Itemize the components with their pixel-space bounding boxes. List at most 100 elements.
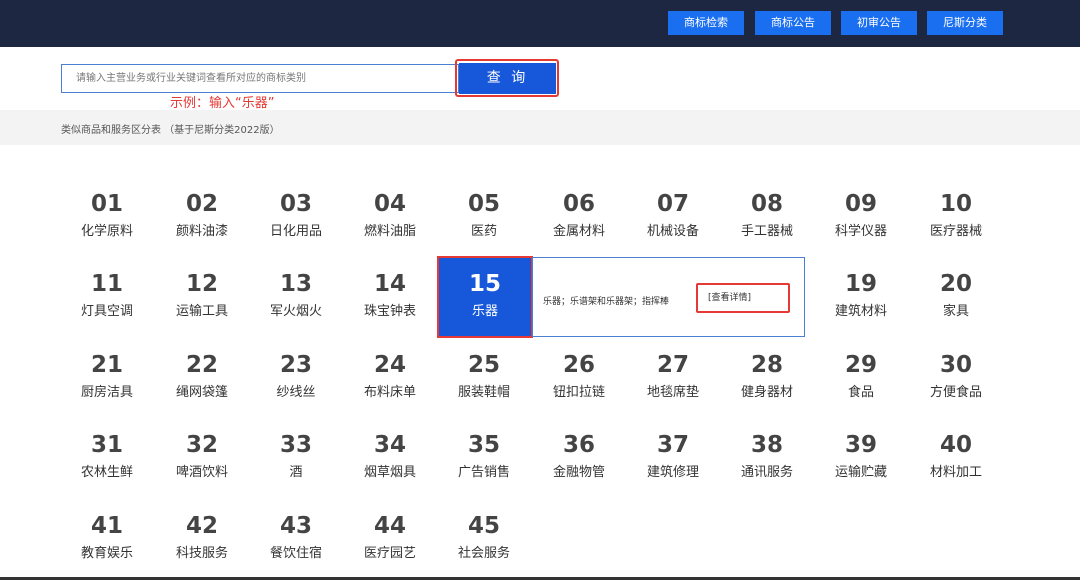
- class-item-32[interactable]: 32 啤酒饮料: [155, 419, 249, 499]
- class-name: 广告销售: [457, 465, 510, 480]
- class-item-14[interactable]: 14 珠宝钟表: [343, 258, 437, 338]
- class-number: 08: [750, 191, 783, 217]
- class-name: 机械设备: [646, 224, 699, 239]
- class-item-13[interactable]: 13 军火烟火: [249, 258, 343, 338]
- page-subtitle: 类似商品和服务区分表 （基于尼斯分类2022版）: [61, 125, 280, 136]
- nav-trademark-search[interactable]: 商标检索: [668, 11, 744, 35]
- class-name: 军火烟火: [269, 304, 322, 319]
- class-number: 21: [90, 352, 123, 378]
- class-item-03[interactable]: 03 日化用品: [249, 178, 343, 258]
- class-item-38[interactable]: 38 通讯服务: [720, 419, 814, 499]
- class-number: 40: [939, 432, 972, 458]
- class-item-09[interactable]: 09 科学仪器: [814, 178, 908, 258]
- class-item-35[interactable]: 35 广告销售: [437, 419, 531, 499]
- class-item-10[interactable]: 10 医疗器械: [909, 178, 1003, 258]
- class-name: 日化用品: [269, 224, 322, 239]
- class-number: 06: [562, 191, 595, 217]
- class-number: 38: [750, 432, 783, 458]
- class-name: 教育娱乐: [80, 546, 133, 561]
- class-item-22[interactable]: 22 绳网袋篷: [155, 339, 249, 419]
- class-number: 15: [468, 271, 501, 297]
- class-item-28[interactable]: 28 健身器材: [720, 339, 814, 419]
- class-number: 11: [90, 271, 123, 297]
- class-name: 通讯服务: [740, 465, 793, 480]
- class-item-05[interactable]: 05 医药: [437, 178, 531, 258]
- class-item-01[interactable]: 01 化学原料: [60, 178, 154, 258]
- class-number: 31: [90, 432, 123, 458]
- class-name: 科学仪器: [834, 224, 887, 239]
- class-item-34[interactable]: 34 烟草烟具: [343, 419, 437, 499]
- search-button[interactable]: 查 询: [459, 63, 556, 94]
- class-number: 35: [467, 432, 500, 458]
- class-name: 健身器材: [740, 385, 793, 400]
- nav-nice-classification[interactable]: 尼斯分类: [927, 11, 1003, 35]
- class-name: 纱线丝: [276, 385, 316, 400]
- class-name: 建筑修理: [646, 465, 699, 480]
- class-item-06[interactable]: 06 金属材料: [532, 178, 626, 258]
- class-number: 25: [467, 352, 500, 378]
- class-name: 金属材料: [552, 224, 605, 239]
- nav-preliminary-announcement[interactable]: 初审公告: [841, 11, 917, 35]
- nav-trademark-announcement[interactable]: 商标公告: [755, 11, 831, 35]
- class-item-19[interactable]: 19 建筑材料: [814, 258, 908, 338]
- class-item-33[interactable]: 33 酒: [249, 419, 343, 499]
- class-item-08[interactable]: 08 手工器械: [720, 178, 814, 258]
- class-item-36[interactable]: 36 金融物管: [532, 419, 626, 499]
- class-item-40[interactable]: 40 材料加工: [909, 419, 1003, 499]
- class-item-20[interactable]: 20 家具: [909, 258, 1003, 338]
- class-number: 43: [279, 513, 312, 539]
- class-number: 04: [373, 191, 406, 217]
- class-number: 24: [373, 352, 406, 378]
- class-item-15[interactable]: 15 乐器: [437, 256, 533, 338]
- class-name: 运输工具: [175, 304, 228, 319]
- search-input[interactable]: [62, 65, 458, 92]
- class-item-42[interactable]: 42 科技服务: [155, 500, 249, 580]
- class-item-25[interactable]: 25 服装鞋帽: [437, 339, 531, 419]
- class-number: 44: [373, 513, 406, 539]
- class-item-30[interactable]: 30 方便食品: [909, 339, 1003, 419]
- class-item-39[interactable]: 39 运输贮藏: [814, 419, 908, 499]
- class-number: 41: [90, 513, 123, 539]
- search-box: [61, 64, 459, 93]
- class-number: 02: [185, 191, 218, 217]
- class-number: 32: [185, 432, 218, 458]
- class-name: 材料加工: [929, 465, 982, 480]
- class-item-23[interactable]: 23 纱线丝: [249, 339, 343, 419]
- class-number: 34: [373, 432, 406, 458]
- class-number: 45: [467, 513, 500, 539]
- example-note: 示例：输入“乐器”: [170, 96, 275, 111]
- class-item-21[interactable]: 21 厨房洁具: [60, 339, 154, 419]
- class-number: 27: [656, 352, 689, 378]
- class-name: 燃料油脂: [363, 224, 416, 239]
- class-item-12[interactable]: 12 运输工具: [155, 258, 249, 338]
- class-item-04[interactable]: 04 燃料油脂: [343, 178, 437, 258]
- class-number: 10: [939, 191, 972, 217]
- class-item-41[interactable]: 41 教育娱乐: [60, 500, 154, 580]
- class-item-43[interactable]: 43 餐饮住宿: [249, 500, 343, 580]
- class-name: 科技服务: [175, 546, 228, 561]
- class-name: 化学原料: [80, 224, 133, 239]
- class-item-02[interactable]: 02 颜料油漆: [155, 178, 249, 258]
- class-number: 26: [562, 352, 595, 378]
- class-name: 啤酒饮料: [175, 465, 228, 480]
- class-name: 金融物管: [552, 465, 605, 480]
- class-name: 建筑材料: [834, 304, 887, 319]
- class-item-29[interactable]: 29 食品: [814, 339, 908, 419]
- class-name: 方便食品: [929, 385, 982, 400]
- class-item-37[interactable]: 37 建筑修理: [626, 419, 720, 499]
- class-item-44[interactable]: 44 医疗园艺: [343, 500, 437, 580]
- class-item-26[interactable]: 26 钮扣拉链: [532, 339, 626, 419]
- class-number: 20: [939, 271, 972, 297]
- class-item-45[interactable]: 45 社会服务: [437, 500, 531, 580]
- class-item-07[interactable]: 07 机械设备: [626, 178, 720, 258]
- class-item-11[interactable]: 11 灯具空调: [60, 258, 154, 338]
- class-name: 灯具空调: [80, 304, 133, 319]
- class-item-31[interactable]: 31 农林生鲜: [60, 419, 154, 499]
- class-number: 37: [656, 432, 689, 458]
- class-item-24[interactable]: 24 布料床单: [343, 339, 437, 419]
- class-item-27[interactable]: 27 地毯席垫: [626, 339, 720, 419]
- class-name: 家具: [942, 304, 969, 319]
- class-name: 烟草烟具: [363, 465, 416, 480]
- view-details-link[interactable]: [查看详情]: [696, 283, 790, 313]
- class-name: 运输贮藏: [834, 465, 887, 480]
